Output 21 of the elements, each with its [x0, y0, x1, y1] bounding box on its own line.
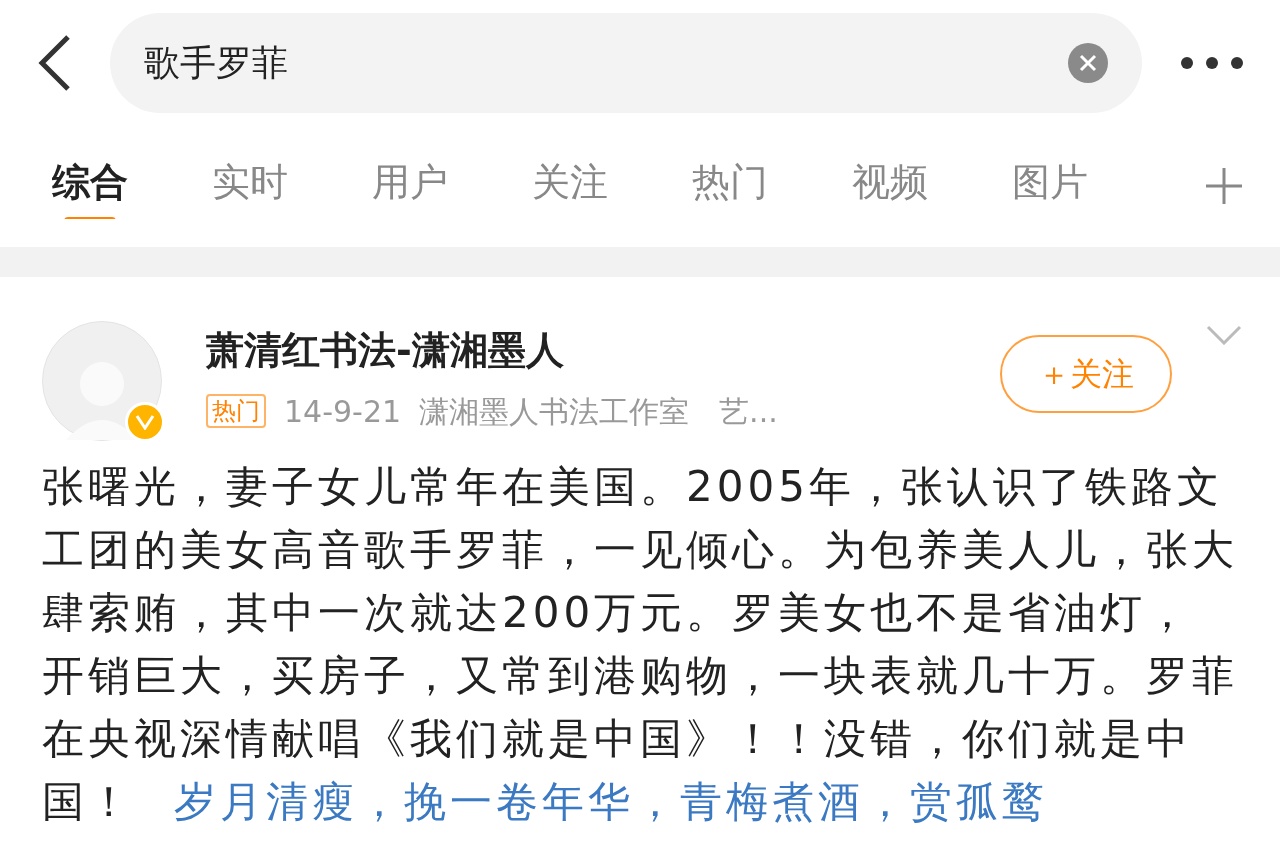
- tab[interactable]: 用户: [372, 153, 448, 219]
- back-icon[interactable]: [36, 32, 72, 93]
- post-source: 潇湘墨人书法工作室 艺...: [419, 392, 778, 431]
- tab[interactable]: 热门: [692, 153, 768, 219]
- plus-icon[interactable]: [1204, 166, 1244, 206]
- hot-tag: 热门: [206, 394, 266, 428]
- search-field[interactable]: 歌手罗菲: [110, 12, 1142, 113]
- tab[interactable]: 实时: [212, 153, 288, 219]
- chevron-down-icon[interactable]: [1206, 325, 1242, 345]
- post-text: 张曙光，妻子女儿常年在美国。2005年，张认识了铁路文工团的美女高音歌手罗菲，一见倾心。为包养美人儿，张大肆索贿，其中一次就达200万元。罗美女也不是省油灯，开销巨大，买房子，又常到港购物，一块表就几十万。罗菲在央视深情献唱《我们就是中国》！！没错，你们就是中国！ 岁月清瘦，挽一卷年华，青梅煮酒，赏孤鹜: [41, 461, 1239, 828]
- clear-icon[interactable]: [1068, 42, 1108, 83]
- follow-button[interactable]: ＋关注: [1000, 335, 1172, 413]
- topic-link[interactable]: 岁月清瘦，挽一卷年华，青梅煮酒，赏孤鹜: [174, 777, 1048, 826]
- tab[interactable]: 关注: [532, 153, 608, 219]
- search-text: 歌手罗菲: [144, 40, 289, 85]
- post-date: 14-9-21: [284, 392, 402, 431]
- tab[interactable]: 综合: [52, 153, 128, 219]
- more-icon[interactable]: [1180, 55, 1244, 70]
- tab[interactable]: 图片: [1012, 153, 1088, 219]
- author-name[interactable]: 萧清红书法-潇湘墨人: [206, 327, 1000, 375]
- tab[interactable]: 视频: [852, 153, 928, 219]
